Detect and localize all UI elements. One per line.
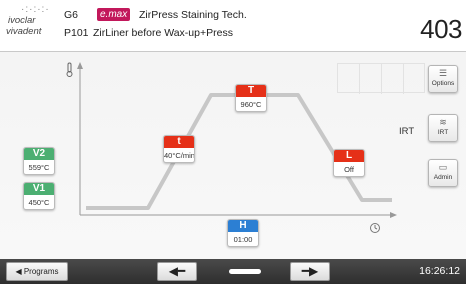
param-cooling-button[interactable]: L Off <box>333 149 365 177</box>
admin-label: Admin <box>433 174 453 181</box>
firing-curve-area: V2 559°C V1 450°C t 40°C/min T 960°C L O… <box>0 52 466 259</box>
program-title: ZirPress Staining Tech. <box>139 9 247 21</box>
options-icon: ☰ <box>438 68 448 78</box>
irt-icon: ≋ <box>439 117 447 127</box>
param-temperature-label: T <box>236 85 266 97</box>
param-v1-label: V1 <box>24 183 54 195</box>
programs-button[interactable]: ◀ Programs <box>6 262 68 281</box>
x-axis-arrow <box>390 212 397 218</box>
options-button[interactable]: ☰ Options <box>428 65 458 93</box>
admin-icon: ▭ <box>438 162 448 172</box>
thermometer-icon <box>66 62 73 77</box>
param-heat-rate-value: 40°C/min <box>164 151 195 160</box>
param-temperature-value: 960°C <box>240 100 262 109</box>
param-temperature-button[interactable]: T 960°C <box>235 84 267 112</box>
clock-icon <box>370 223 380 233</box>
program-number: P101 <box>64 27 89 39</box>
previous-button[interactable]: ◀━ <box>157 262 197 281</box>
param-v2-label: V2 <box>24 148 54 160</box>
irt-button-label: IRT <box>437 129 449 136</box>
program-code: G6 <box>64 9 79 21</box>
param-v1-button[interactable]: V1 450°C <box>23 182 55 210</box>
programs-label: Programs <box>23 267 59 276</box>
param-v2-value: 559°C <box>28 163 50 172</box>
temperature-readout: 403 <box>420 14 462 44</box>
programs-back-icon: ◀ <box>15 267 22 276</box>
arrow-right-icon: ━▶ <box>301 264 319 278</box>
param-heat-rate-button[interactable]: t 40°C/min <box>163 135 195 163</box>
options-label: Options <box>431 80 455 87</box>
irt-button[interactable]: ≋ IRT <box>428 114 458 142</box>
param-hold-time-value: 01:00 <box>233 235 253 244</box>
brand-badge: e.max <box>97 8 131 21</box>
param-v2-button[interactable]: V2 559°C <box>23 147 55 175</box>
arrow-left-icon: ◀━ <box>168 264 186 278</box>
logo-line2: vivadent <box>6 26 42 37</box>
param-cooling-value: Off <box>344 165 354 174</box>
admin-button[interactable]: ▭ Admin <box>428 159 458 187</box>
ivoclar-vivadent-logo: ·:·:·:· ivoclar vivadent <box>6 4 50 37</box>
param-cooling-label: L <box>334 150 364 162</box>
logo-line1: ivoclar <box>8 15 36 26</box>
next-button[interactable]: ━▶ <box>290 262 330 281</box>
param-v1-value: 450°C <box>28 198 50 207</box>
y-axis-arrow <box>77 62 83 69</box>
irt-label: IRT <box>399 126 415 137</box>
program-description: ZirLiner before Wax-up+Press <box>93 27 233 39</box>
page-indicator <box>229 269 261 274</box>
param-hold-time-label: H <box>228 220 258 232</box>
param-heat-rate-label: t <box>164 136 194 148</box>
param-hold-time-button[interactable]: H 01:00 <box>227 219 259 247</box>
footer-bar: ◀ Programs ◀━ ━▶ 16:26:12 <box>0 259 466 284</box>
info-grid-panel <box>337 63 425 94</box>
clock-time: 16:26:12 <box>419 265 460 277</box>
header: ·:·:·:· ivoclar vivadent G6 e.max ZirPre… <box>0 0 466 52</box>
